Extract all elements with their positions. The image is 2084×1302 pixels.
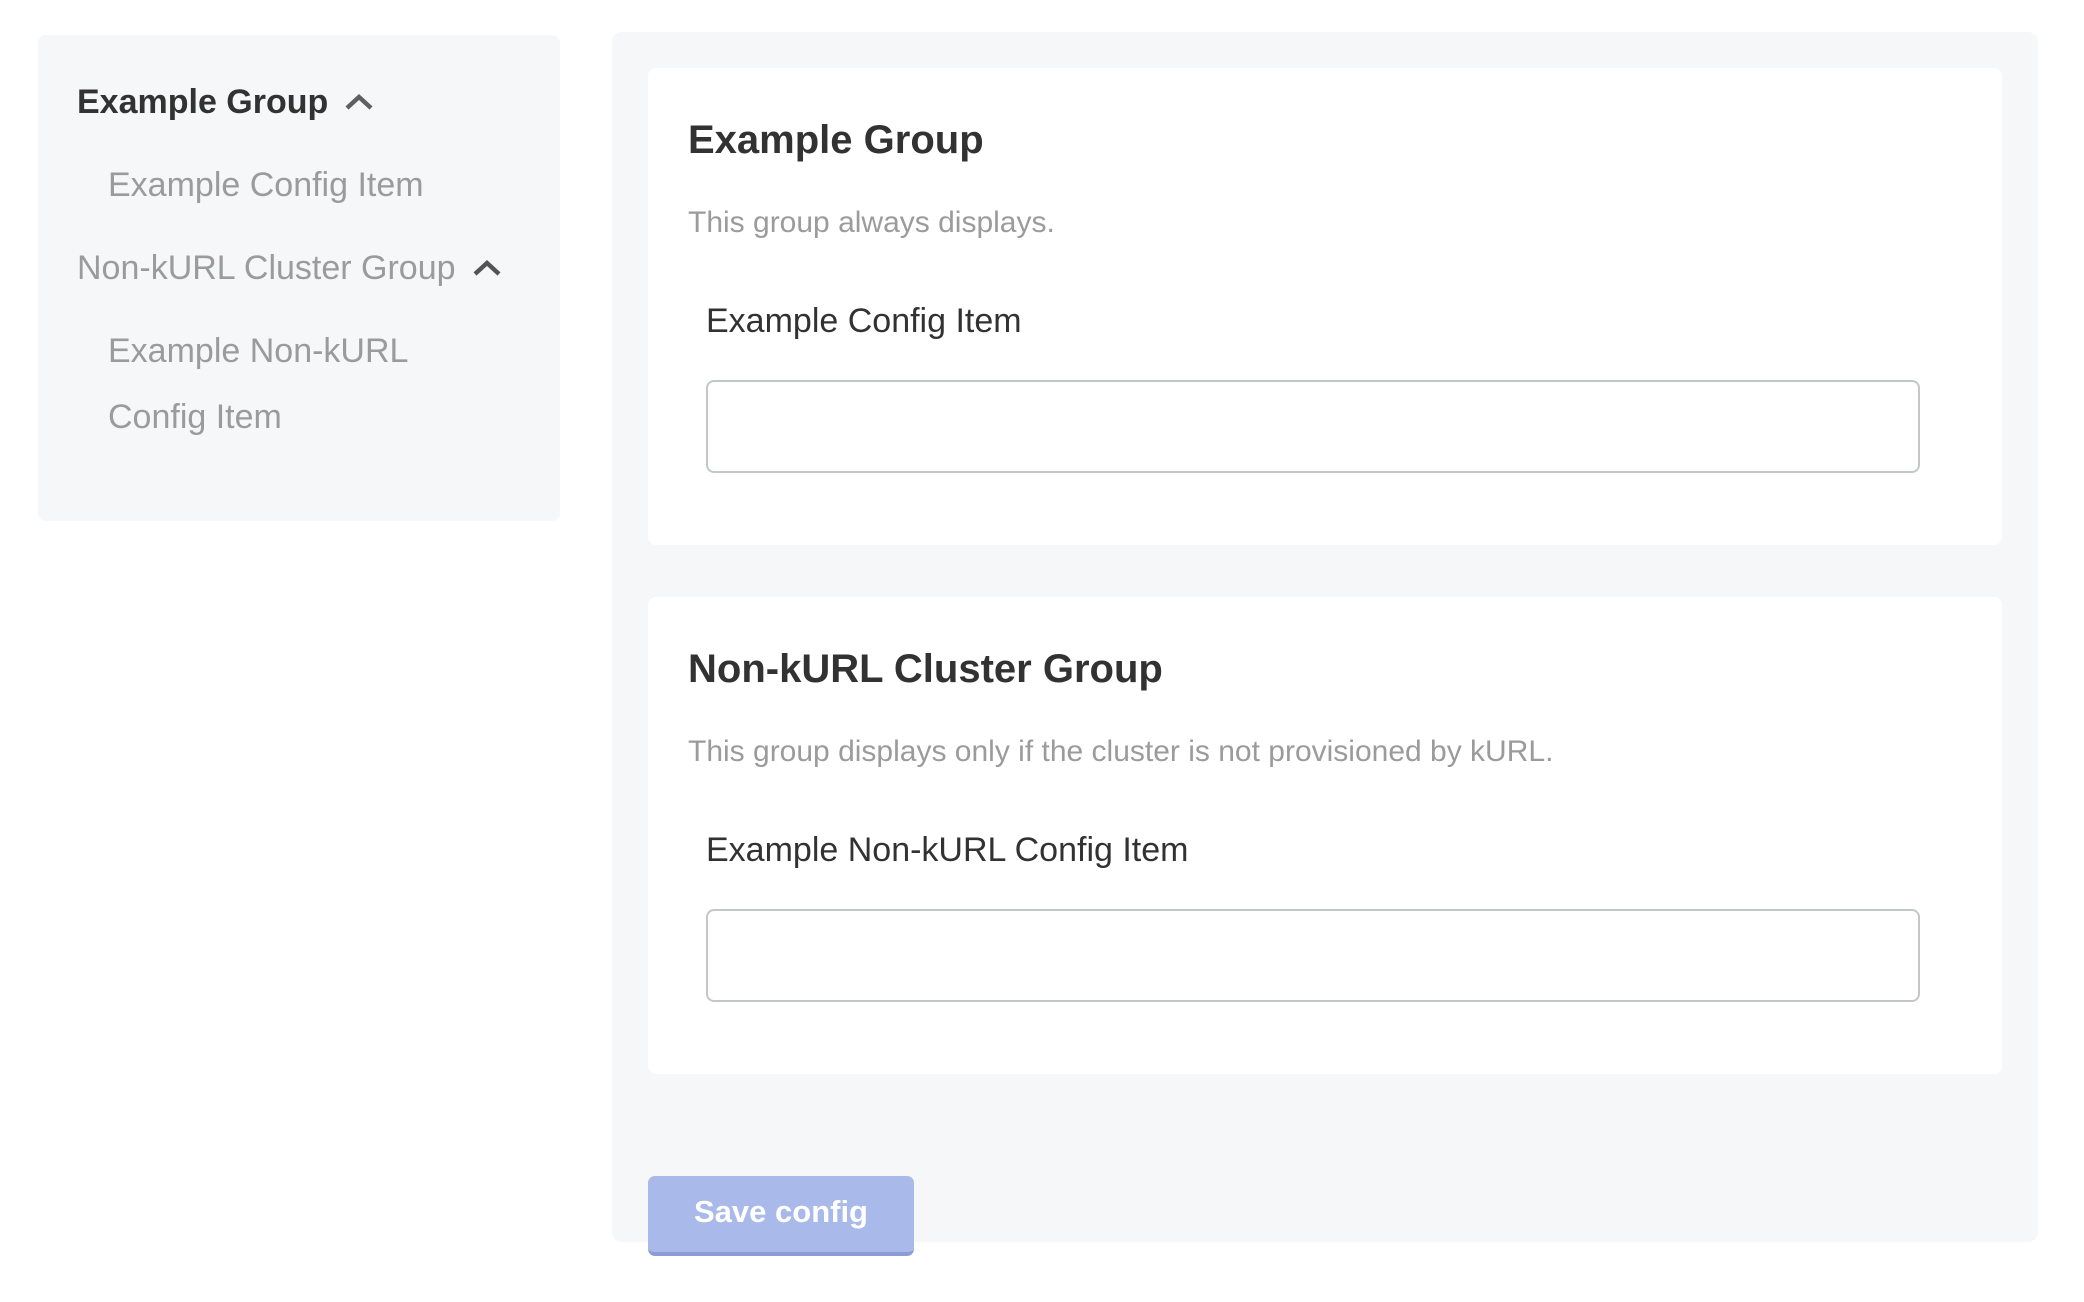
sidebar-group: Non-kURL Cluster Group Example Non-kURL … <box>77 235 520 450</box>
sidebar-group-non-kurl-cluster-group[interactable]: Non-kURL Cluster Group <box>77 235 520 301</box>
config-item-label: Example Config Item <box>706 300 1942 342</box>
config-item-label: Example Non-kURL Config Item <box>706 829 1942 871</box>
sidebar-group-example-group[interactable]: Example Group <box>77 69 520 135</box>
example-non-kurl-config-item-input[interactable] <box>706 909 1920 1002</box>
group-description: This group always displays. <box>688 202 1942 244</box>
sidebar-group: Example Group Example Config Item <box>77 69 520 218</box>
sidebar-item-example-non-kurl-config-item[interactable]: Example Non-kURL Config Item <box>108 318 468 450</box>
example-config-item-input[interactable] <box>706 380 1920 473</box>
group-title: Example Group <box>688 116 1942 164</box>
config-groups-panel: Example Group This group always displays… <box>612 32 2038 1242</box>
config-item: Example Config Item <box>706 300 1942 473</box>
group-title: Non-kURL Cluster Group <box>688 645 1942 693</box>
chevron-up-icon[interactable] <box>472 259 502 278</box>
sidebar-group-label: Non-kURL Cluster Group <box>77 235 456 301</box>
app-config-page: Example Group Example Config Item Non-kU… <box>0 0 2084 1302</box>
sidebar-group-items: Example Non-kURL Config Item <box>77 318 520 450</box>
sidebar-group-label: Example Group <box>77 69 328 135</box>
config-group-card-non-kurl-cluster-group: Non-kURL Cluster Group This group displa… <box>648 597 2002 1074</box>
sidebar-item-example-config-item[interactable]: Example Config Item <box>108 152 520 218</box>
chevron-up-icon[interactable] <box>344 93 374 112</box>
config-nav-sidebar: Example Group Example Config Item Non-kU… <box>38 35 560 521</box>
config-group-card-example-group: Example Group This group always displays… <box>648 68 2002 545</box>
sidebar-group-items: Example Config Item <box>77 152 520 218</box>
config-item: Example Non-kURL Config Item <box>706 829 1942 1002</box>
save-config-button[interactable]: Save config <box>648 1176 914 1256</box>
group-description: This group displays only if the cluster … <box>688 731 1942 773</box>
